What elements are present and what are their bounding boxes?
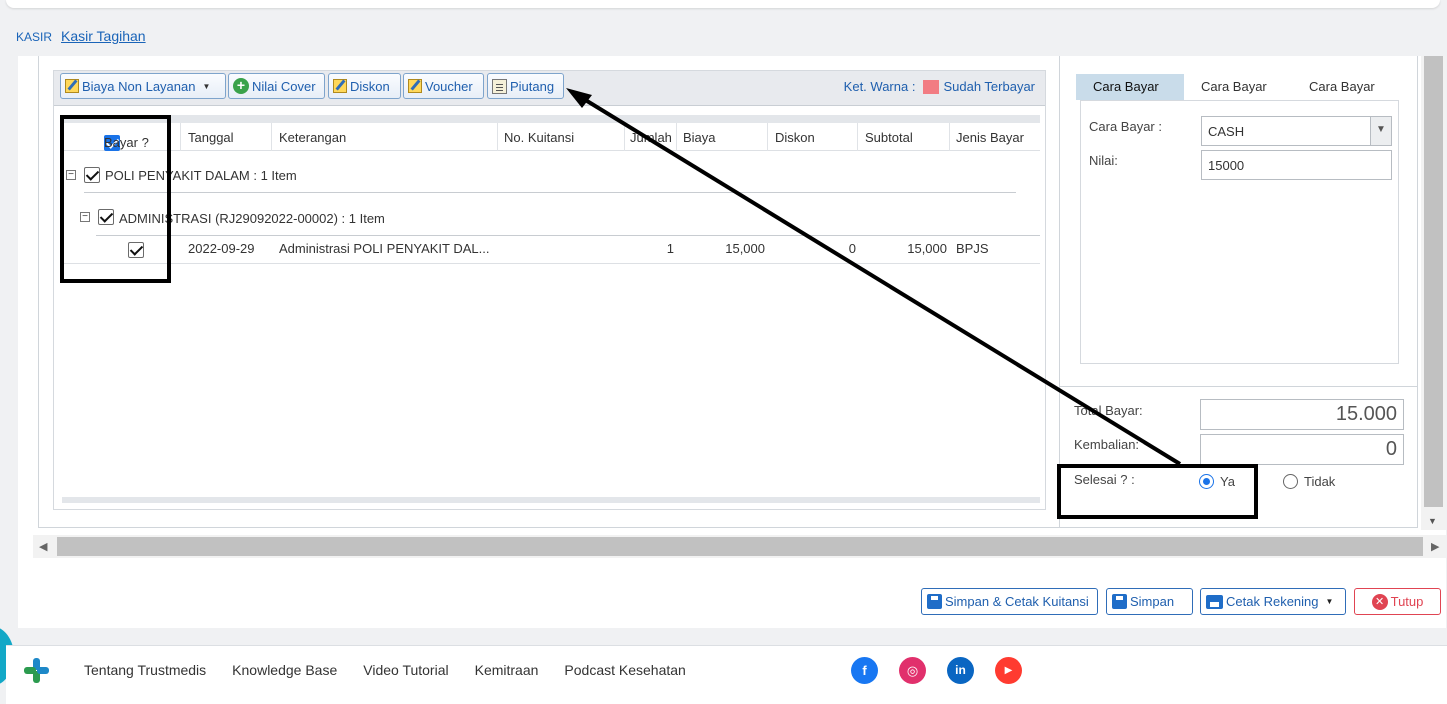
annotation-arrow — [566, 88, 1182, 466]
